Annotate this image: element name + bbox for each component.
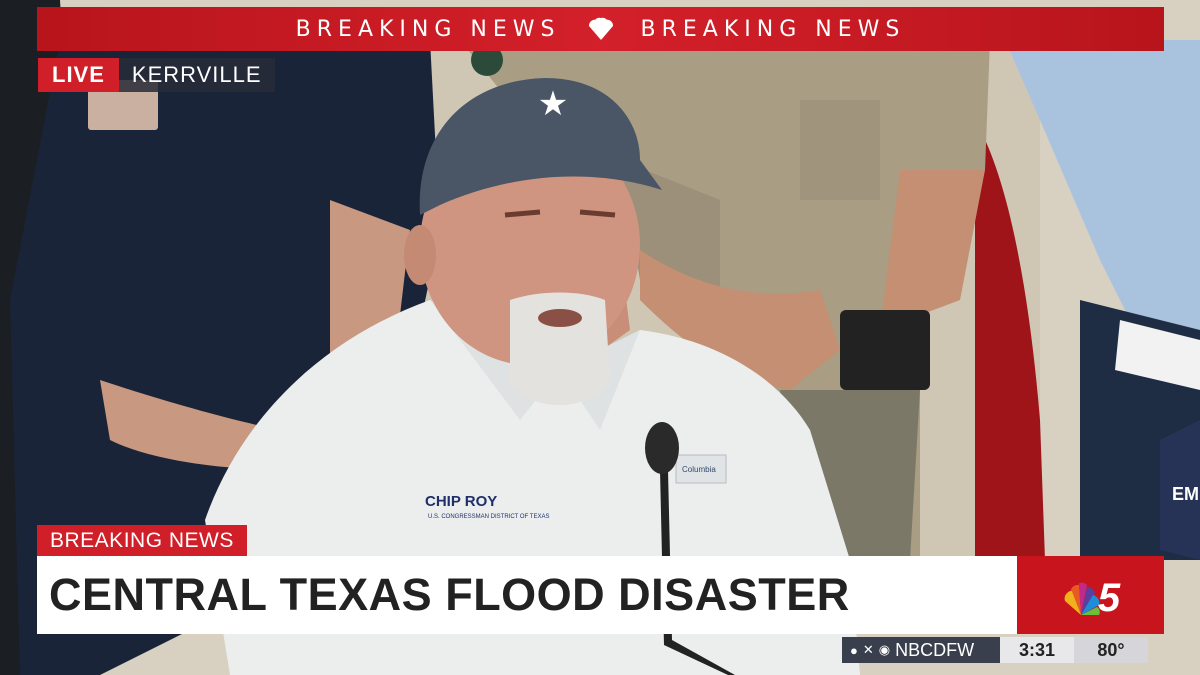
headline-bar: CENTRAL TEXAS FLOOD DISASTER [37,556,1017,634]
live-location-tag: LIVE KERRVILLE [38,58,275,92]
emblem: EM [1172,484,1199,504]
top-banner-right-text: BREAKING NEWS [640,16,906,42]
ticker-bar: ● ✕ ◉ NBCDFW 3:31 80° [842,637,1148,663]
cap-star-icon: ★ [538,84,568,124]
shirt-logo: CHIP ROY [425,493,497,510]
live-label: LIVE [38,58,119,92]
top-banner-left-text: BREAKING NEWS [295,16,561,42]
instagram-icon: ◉ [878,642,891,657]
social-handle-box: ● ✕ ◉ NBCDFW [842,637,1000,663]
nbc-peacock-icon [583,16,619,42]
shirt-logo-sub: U.S. CONGRESSMAN DISTRICT OF TEXAS [428,514,549,520]
headline: CENTRAL TEXAS FLOOD DISASTER [49,569,850,620]
shirt-brand: Columbia [682,465,716,474]
top-breaking-banner: BREAKING NEWS BREAKING NEWS [37,7,1164,51]
location-label: KERRVILLE [118,58,275,92]
facebook-icon: ● [850,642,858,658]
channel-5-logo-icon: 5 [1017,556,1164,634]
temperature: 80° [1074,637,1148,663]
x-icon: ✕ [862,642,874,657]
breaking-news-tag: BREAKING NEWS [37,525,247,556]
svg-text:5: 5 [1097,576,1120,620]
clock: 3:31 [1000,637,1074,663]
microphone-icon [645,422,679,474]
social-handle: NBCDFW [895,639,975,660]
